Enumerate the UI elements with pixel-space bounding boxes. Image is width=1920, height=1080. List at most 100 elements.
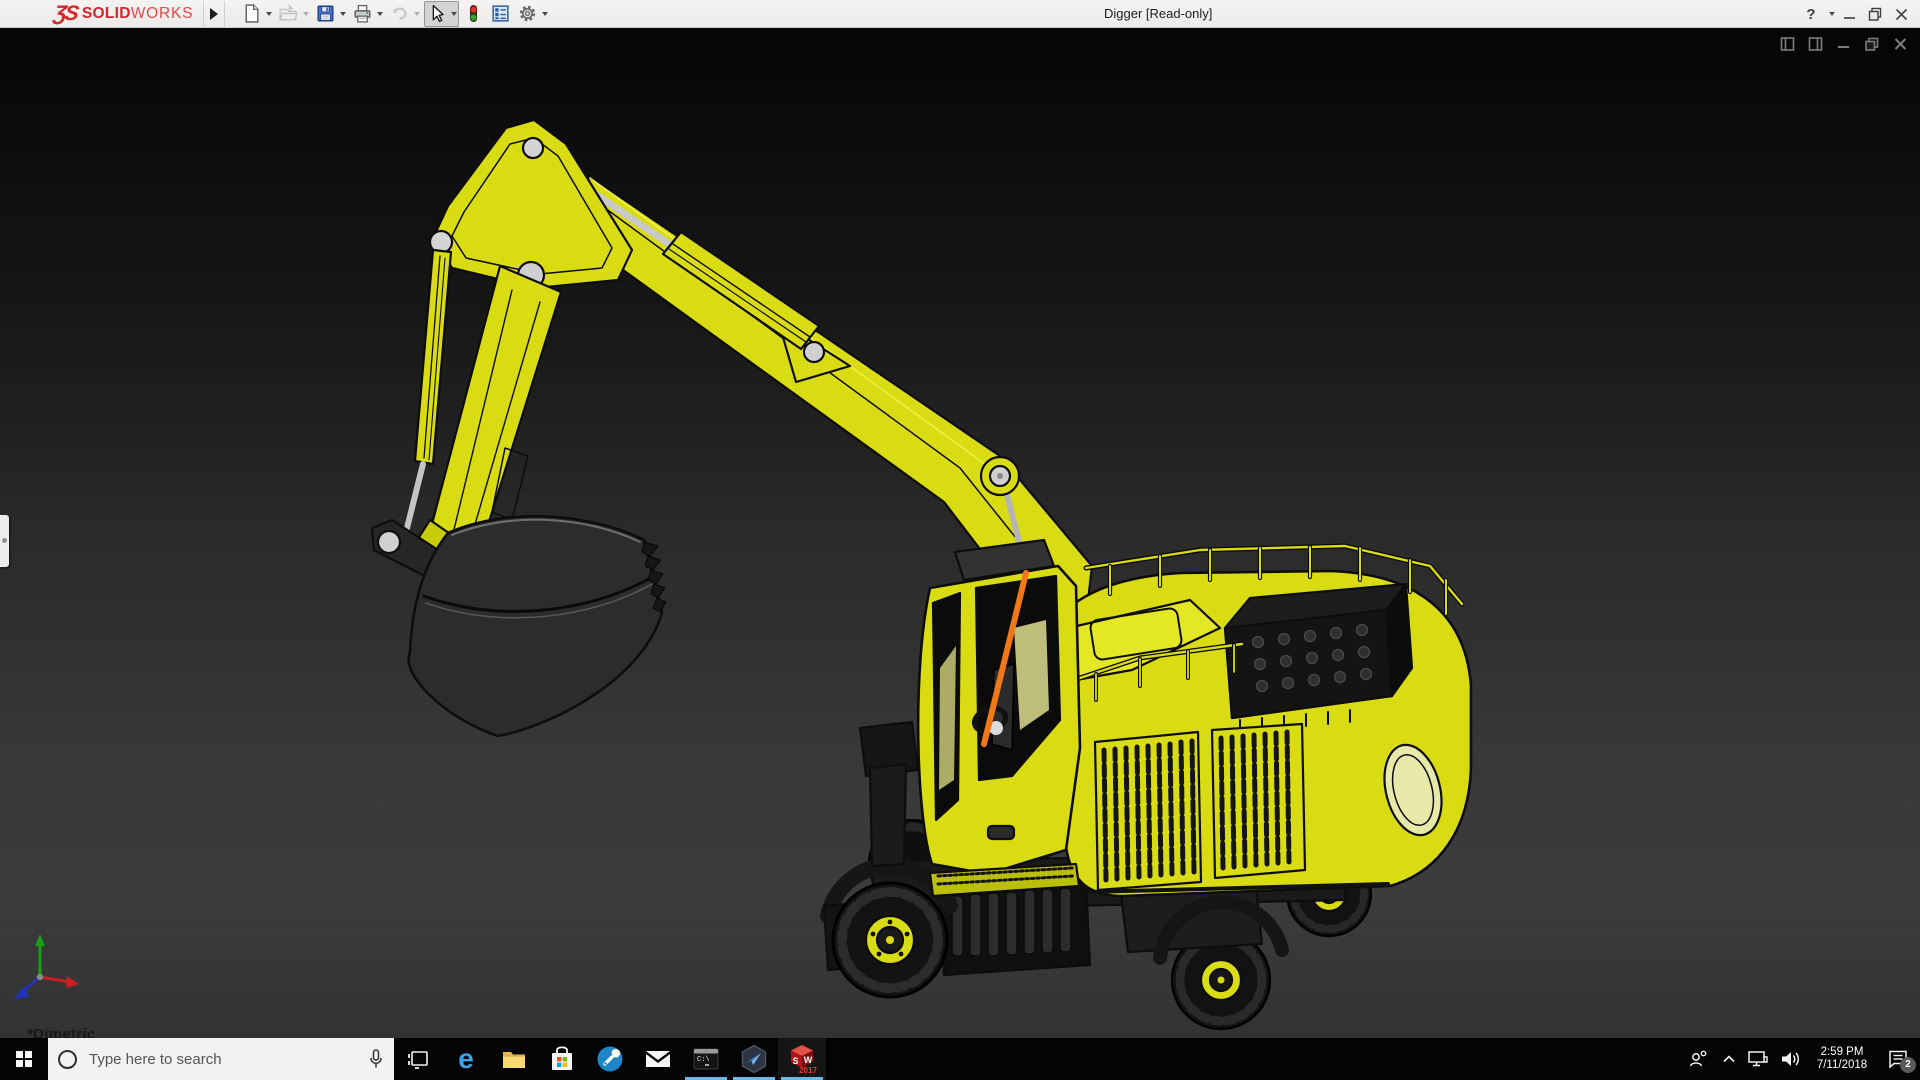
- notification-badge: 2: [1900, 1057, 1916, 1073]
- clock[interactable]: 2:59 PM 7/11/2018: [1812, 1046, 1872, 1072]
- logo-word-works: WORKS: [130, 4, 194, 22]
- select-tool-button[interactable]: [424, 0, 460, 27]
- doc-restore-icon[interactable]: [1864, 36, 1880, 52]
- command-prompt-button[interactable]: C:\: [682, 1038, 730, 1080]
- people-icon: [1689, 1050, 1707, 1067]
- dropdown-caret-icon[interactable]: [451, 11, 458, 16]
- gear-icon: [520, 5, 536, 22]
- save-floppy-icon: [317, 5, 334, 22]
- wheel-front-left[interactable]: [831, 881, 949, 999]
- action-center-button[interactable]: 2: [1876, 1038, 1920, 1080]
- new-document-button[interactable]: [239, 1, 274, 27]
- print-button[interactable]: [350, 1, 385, 27]
- taskbar-search-box[interactable]: [48, 1038, 394, 1080]
- wrench-tool-button[interactable]: [586, 1038, 634, 1080]
- solidworks-window: ƷS SOLID WORKS Digger [Read-only] ? *Dim…: [0, 0, 1920, 1080]
- svg-text:W: W: [804, 1055, 813, 1065]
- pane-toggle-right-icon[interactable]: [1808, 36, 1823, 52]
- menu-flyout-button[interactable]: [203, 0, 226, 27]
- dropdown-caret-icon[interactable]: [377, 11, 384, 16]
- cortana-circle-icon: [58, 1049, 77, 1069]
- speaker-icon: [1782, 1052, 1800, 1066]
- excavator-model-canvas[interactable]: [0, 28, 1920, 1038]
- open-button: [276, 1, 311, 27]
- document-window-controls: [1780, 36, 1908, 52]
- file-explorer-button[interactable]: [490, 1038, 538, 1080]
- system-tray: 2:59 PM 7/11/2018 2: [1680, 1038, 1920, 1080]
- command-prompt-icon: C:\: [693, 1048, 719, 1070]
- right-triangle-icon: [210, 7, 219, 20]
- task-view-icon: [408, 1051, 428, 1069]
- dropdown-caret-icon[interactable]: [340, 11, 347, 16]
- network-ethernet-icon: [1748, 1051, 1768, 1067]
- options-button[interactable]: [515, 1, 550, 27]
- people-button[interactable]: [1680, 1038, 1716, 1080]
- undo-button: [387, 1, 422, 27]
- search-input[interactable]: [89, 1050, 368, 1068]
- minimize-icon: [1843, 16, 1855, 19]
- tray-overflow-button[interactable]: [1716, 1038, 1742, 1080]
- minimize-button[interactable]: [1836, 0, 1862, 28]
- mail-button[interactable]: [634, 1038, 682, 1080]
- doc-minimize-icon[interactable]: [1836, 36, 1851, 52]
- dassault-3ds-logo-icon: ƷS: [52, 2, 79, 25]
- view-orientation-label: *Dimetric: [27, 1026, 96, 1038]
- window-controls: ?: [1798, 0, 1914, 28]
- undo-arrow-icon: [392, 7, 407, 20]
- help-dropdown-caret[interactable]: [1824, 0, 1836, 28]
- microphone-icon[interactable]: [368, 1048, 384, 1070]
- door-handle: [986, 824, 1016, 841]
- open-folder-icon: [279, 4, 299, 21]
- orientation-triad: [14, 934, 79, 999]
- solidworks-logo: ƷS SOLID WORKS: [0, 0, 203, 28]
- svg-text:2017: 2017: [799, 1066, 817, 1075]
- graphics-viewport[interactable]: *Dimetric: [0, 28, 1920, 1038]
- microsoft-store-icon: [552, 1046, 572, 1070]
- network-button[interactable]: [1742, 1038, 1774, 1080]
- close-icon: [1895, 8, 1907, 20]
- taskbar-apps: e C:\ S W 2017: [394, 1038, 826, 1080]
- dropdown-caret-icon[interactable]: [266, 11, 273, 16]
- mail-icon: [646, 1051, 670, 1067]
- windows-taskbar: e: [0, 1038, 1920, 1080]
- display-pane-button[interactable]: [488, 1, 513, 27]
- titlebar: ƷS SOLID WORKS Digger [Read-only] ?: [0, 0, 1920, 28]
- microsoft-store-button[interactable]: [538, 1038, 586, 1080]
- side-grille-right: [1210, 722, 1307, 880]
- window-title: Digger [Read-only]: [1104, 6, 1213, 21]
- wrench-circle-icon: [597, 1046, 623, 1072]
- collapsed-panel-tab[interactable]: [0, 515, 9, 567]
- dropdown-caret-icon: [1829, 12, 1835, 16]
- doc-close-icon[interactable]: [1893, 36, 1908, 52]
- pane-toggle-left-icon[interactable]: [1780, 36, 1795, 52]
- chevron-up-icon: [1723, 1055, 1735, 1063]
- close-button[interactable]: [1888, 0, 1914, 28]
- cursor-arrow-icon: [432, 4, 444, 23]
- display-pane-icon: [492, 5, 509, 22]
- file-explorer-icon: [503, 1052, 525, 1068]
- boom-head-plate[interactable]: [428, 118, 634, 290]
- machine-body[interactable]: [1057, 543, 1473, 898]
- windows-logo-icon: [15, 1050, 33, 1068]
- dropdown-caret-icon[interactable]: [542, 11, 549, 16]
- cab[interactable]: [916, 538, 1082, 898]
- toolbar: [239, 0, 552, 28]
- traffic-light-icon: [470, 5, 478, 22]
- logo-word-solid: SOLID: [81, 4, 131, 22]
- restore-button[interactable]: [1862, 0, 1888, 28]
- edge-button[interactable]: e: [442, 1038, 490, 1080]
- restore-icon: [1868, 7, 1882, 21]
- help-button[interactable]: ?: [1798, 0, 1824, 28]
- start-button[interactable]: [0, 1038, 48, 1080]
- clock-date: 7/11/2018: [1816, 1059, 1868, 1071]
- hexagon-app-icon: [741, 1044, 767, 1074]
- hexagon-app-button[interactable]: [730, 1038, 778, 1080]
- solidworks-2017-button[interactable]: S W 2017: [778, 1038, 826, 1080]
- task-view-button[interactable]: [394, 1038, 442, 1080]
- save-button[interactable]: [313, 1, 348, 27]
- traffic-light-button[interactable]: [461, 1, 486, 27]
- dropdown-caret-icon: [303, 11, 310, 16]
- boom-elbow-joint[interactable]: [979, 455, 1021, 497]
- volume-button[interactable]: [1774, 1038, 1808, 1080]
- bucket[interactable]: [407, 515, 667, 738]
